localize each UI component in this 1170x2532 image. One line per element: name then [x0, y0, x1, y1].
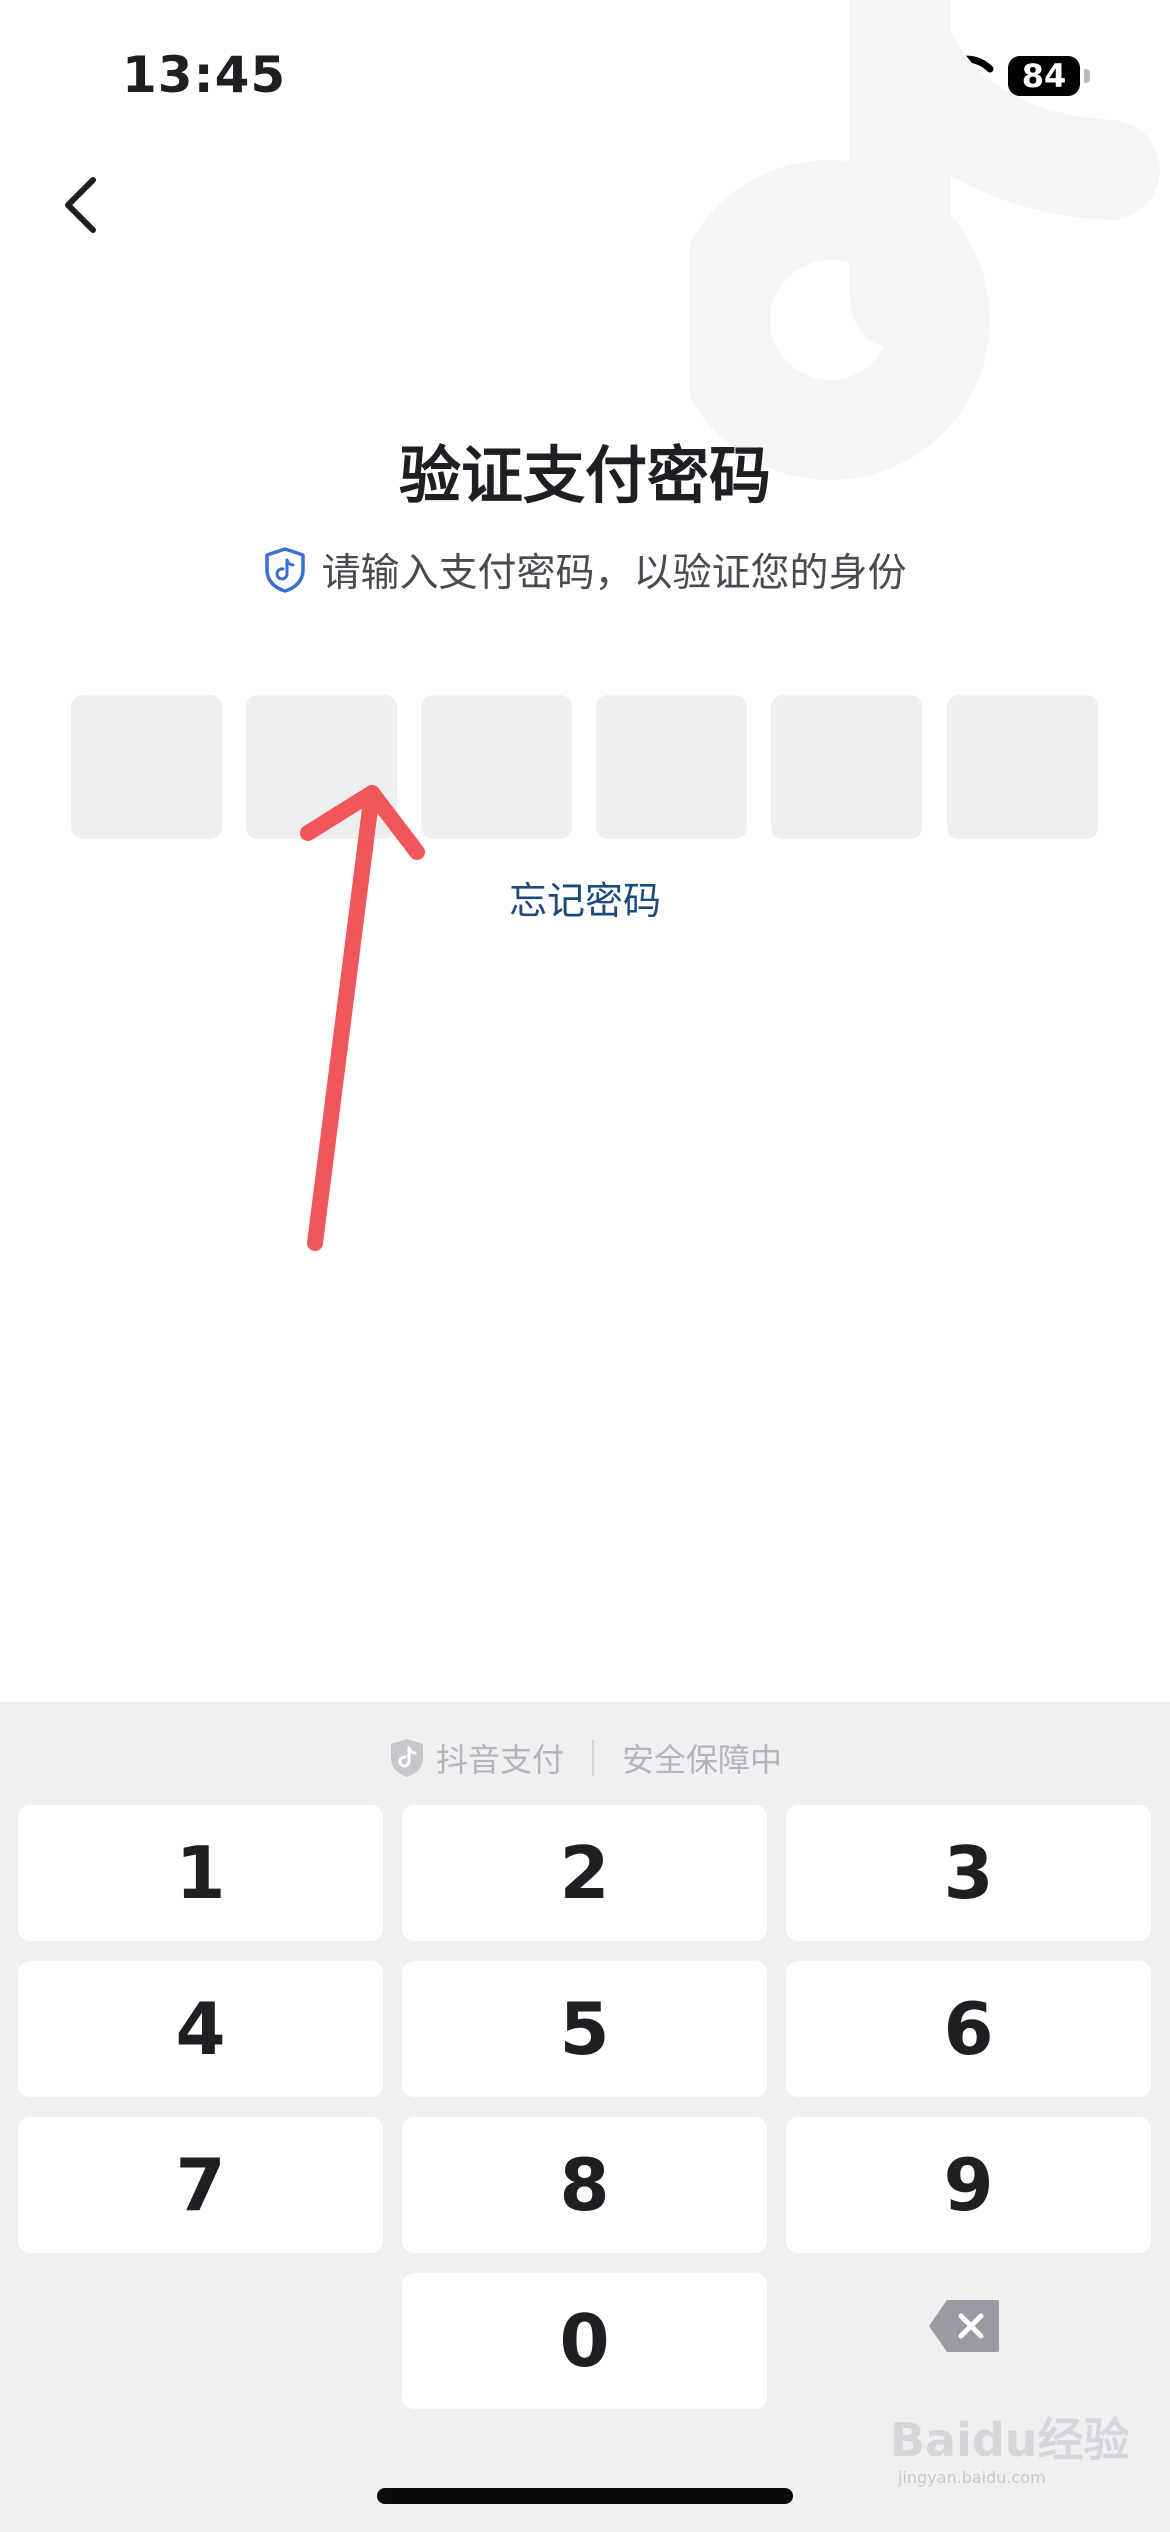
- pin-digit-box-4[interactable]: [596, 695, 747, 839]
- key-4[interactable]: 4: [18, 1961, 383, 2097]
- douyin-logo-icon: [390, 1739, 423, 1777]
- header-divider: [592, 1740, 594, 1776]
- pin-digit-box-5[interactable]: [771, 695, 922, 839]
- subtitle-row: 请输入支付密码，以验证您的身份: [0, 540, 1170, 600]
- baidu-watermark: Baidu经验 jingyan.baidu.com: [890, 2404, 1140, 2494]
- home-indicator[interactable]: [377, 2488, 793, 2504]
- pin-input[interactable]: [71, 695, 1099, 839]
- key-9[interactable]: 9: [786, 2117, 1151, 2253]
- security-label: 安全保障中: [622, 1741, 783, 1779]
- key-7[interactable]: 7: [18, 2117, 383, 2253]
- shield-icon: [265, 547, 306, 593]
- keypad-header: 抖音支付 安全保障中: [0, 1728, 1170, 1788]
- baidu-watermark-brand: Baidu经验: [890, 2413, 1130, 2467]
- key-3[interactable]: 3: [786, 1805, 1151, 1941]
- payment-brand-label: 抖音支付: [435, 1741, 564, 1779]
- pin-digit-box-3[interactable]: [421, 695, 572, 839]
- delete-key[interactable]: [914, 2276, 1014, 2376]
- subtitle-text: 请输入支付密码，以验证您的身份: [321, 551, 907, 596]
- back-chevron-icon[interactable]: [48, 170, 118, 240]
- key-1[interactable]: 1: [18, 1805, 383, 1941]
- forgot-password-link[interactable]: 忘记密码: [0, 870, 1170, 925]
- status-time: 13:45: [122, 46, 287, 104]
- key-8[interactable]: 8: [402, 2117, 767, 2253]
- delete-key-icon: [929, 2300, 999, 2352]
- key-0[interactable]: 0: [402, 2273, 767, 2409]
- douyin-background-logo-icon: [690, 0, 1160, 480]
- key-6[interactable]: 6: [786, 1961, 1151, 2097]
- page-title: 验证支付密码: [398, 439, 771, 512]
- pin-digit-box-6[interactable]: [947, 695, 1098, 839]
- key-5[interactable]: 5: [402, 1961, 767, 2097]
- pin-digit-box-2[interactable]: [246, 695, 397, 839]
- pin-digit-box-1[interactable]: [71, 695, 222, 839]
- baidu-watermark-domain: jingyan.baidu.com: [898, 2468, 1046, 2487]
- key-2[interactable]: 2: [402, 1805, 767, 1941]
